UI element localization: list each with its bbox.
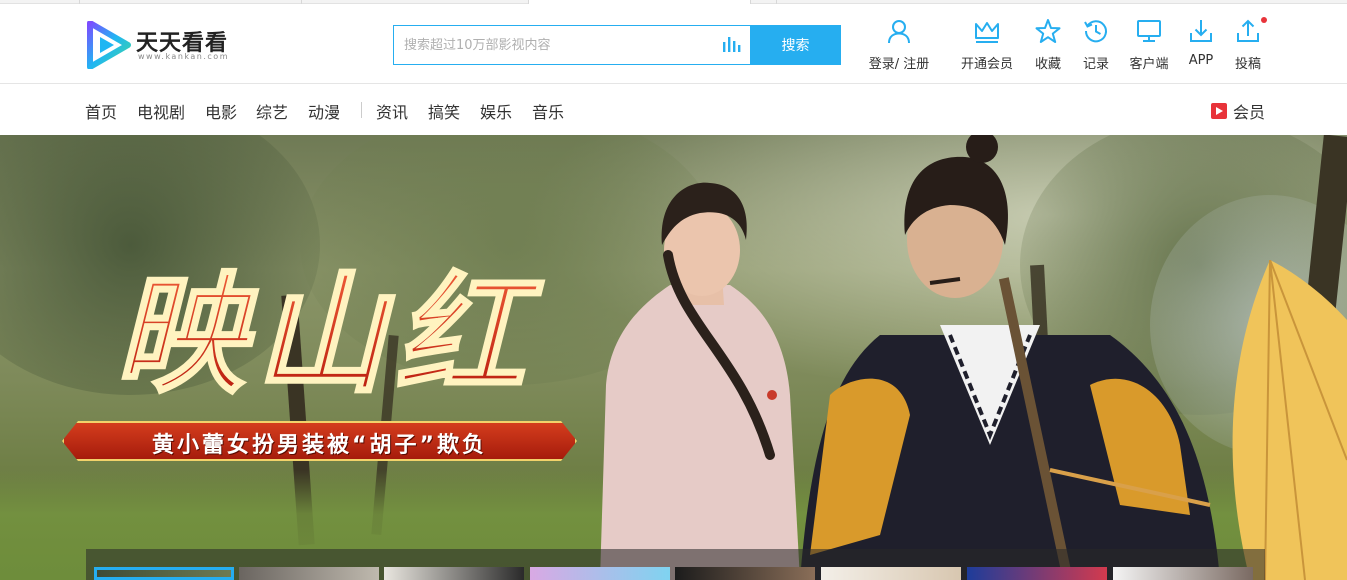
favorites-button[interactable]: 收藏 [1028, 18, 1068, 78]
episode-subtitle: 黄小蕾女扮男装被“胡子”欺负 [152, 433, 487, 458]
site-logo[interactable]: 天天看看 www.kankan.com [86, 21, 246, 71]
user-icon [888, 20, 910, 44]
drama-title: 映山红 [115, 258, 544, 410]
client-button[interactable]: 客户端 [1124, 18, 1174, 78]
thumbnail-item[interactable] [94, 567, 234, 580]
thumbnail-item[interactable] [384, 567, 524, 580]
monitor-icon [1137, 20, 1161, 42]
submit-button[interactable]: 投稿 [1230, 17, 1267, 78]
nav-item-entertainment[interactable]: 娱乐 [480, 99, 512, 123]
nav-item-news[interactable]: 资讯 [376, 99, 408, 123]
hero-banner[interactable]: 映山红 黄小蕾女扮男装被“胡子”欺负 [0, 135, 1347, 580]
nav-item-movie[interactable]: 电影 [205, 99, 237, 123]
vip-label: 会员 [1233, 103, 1266, 122]
thumbnail-item[interactable] [530, 567, 670, 580]
client-label: 客户端 [1129, 57, 1169, 72]
thumbnail-item[interactable] [239, 567, 379, 580]
search-input[interactable] [393, 25, 751, 65]
thumbnail-item[interactable] [1113, 567, 1253, 580]
upload-icon [1237, 19, 1259, 42]
nav-item-tv[interactable]: 电视剧 [137, 99, 185, 123]
history-button[interactable]: 记录 [1076, 18, 1116, 78]
man-figure-image [800, 135, 1220, 580]
woman-figure-image [600, 182, 800, 580]
app-label: APP [1188, 53, 1214, 68]
nav-item-home[interactable]: 首页 [85, 99, 117, 123]
history-label: 记录 [1082, 57, 1109, 72]
parasol-image [1232, 260, 1347, 580]
crown-icon [975, 22, 999, 43]
brand-domain: www.kankan.com [138, 52, 229, 61]
thumbnail-item[interactable] [967, 567, 1107, 580]
login-register-label: 登录/ 注册 [868, 57, 930, 72]
thumbnail-strip [86, 549, 1265, 580]
search-button[interactable]: 搜索 [750, 25, 841, 65]
open-vip-button[interactable]: 开通会员 [952, 18, 1022, 78]
download-icon [1190, 20, 1212, 42]
header-actions: 登录/ 注册 开通会员 收藏 记录 客户端 APP 投稿 [862, 17, 1267, 78]
app-button[interactable]: APP [1182, 18, 1220, 78]
thumbnail-item[interactable] [675, 567, 815, 580]
play-logo-icon [87, 21, 131, 69]
site-header: 天天看看 www.kankan.com 搜索 登录/ 注册 开通会员 [0, 4, 1347, 84]
favorites-label: 收藏 [1034, 57, 1061, 72]
history-icon [1084, 20, 1107, 43]
drama-title-art: 映山红 [113, 257, 544, 411]
search-bar: 搜索 [393, 25, 841, 65]
nav-item-anime[interactable]: 动漫 [308, 99, 340, 123]
submit-label: 投稿 [1234, 57, 1261, 72]
vip-link[interactable]: 会员 [1211, 99, 1265, 123]
thumbnail-item[interactable] [821, 567, 961, 580]
notification-dot [1261, 17, 1267, 23]
main-nav: 首页 电视剧 电影 综艺 动漫 资讯 搞笑 娱乐 音乐 会员 [0, 84, 1347, 135]
nav-item-variety[interactable]: 综艺 [256, 99, 288, 123]
open-vip-label: 开通会员 [960, 57, 1013, 72]
subtitle-ribbon: 黄小蕾女扮男装被“胡子”欺负 [62, 421, 577, 461]
nav-item-music[interactable]: 音乐 [532, 99, 564, 123]
nav-divider [361, 102, 362, 118]
nav-item-funny[interactable]: 搞笑 [428, 99, 460, 123]
vip-play-icon [1211, 103, 1227, 119]
star-icon [1035, 19, 1061, 43]
login-register-button[interactable]: 登录/ 注册 [862, 18, 936, 78]
voice-search-icon[interactable] [721, 36, 741, 54]
